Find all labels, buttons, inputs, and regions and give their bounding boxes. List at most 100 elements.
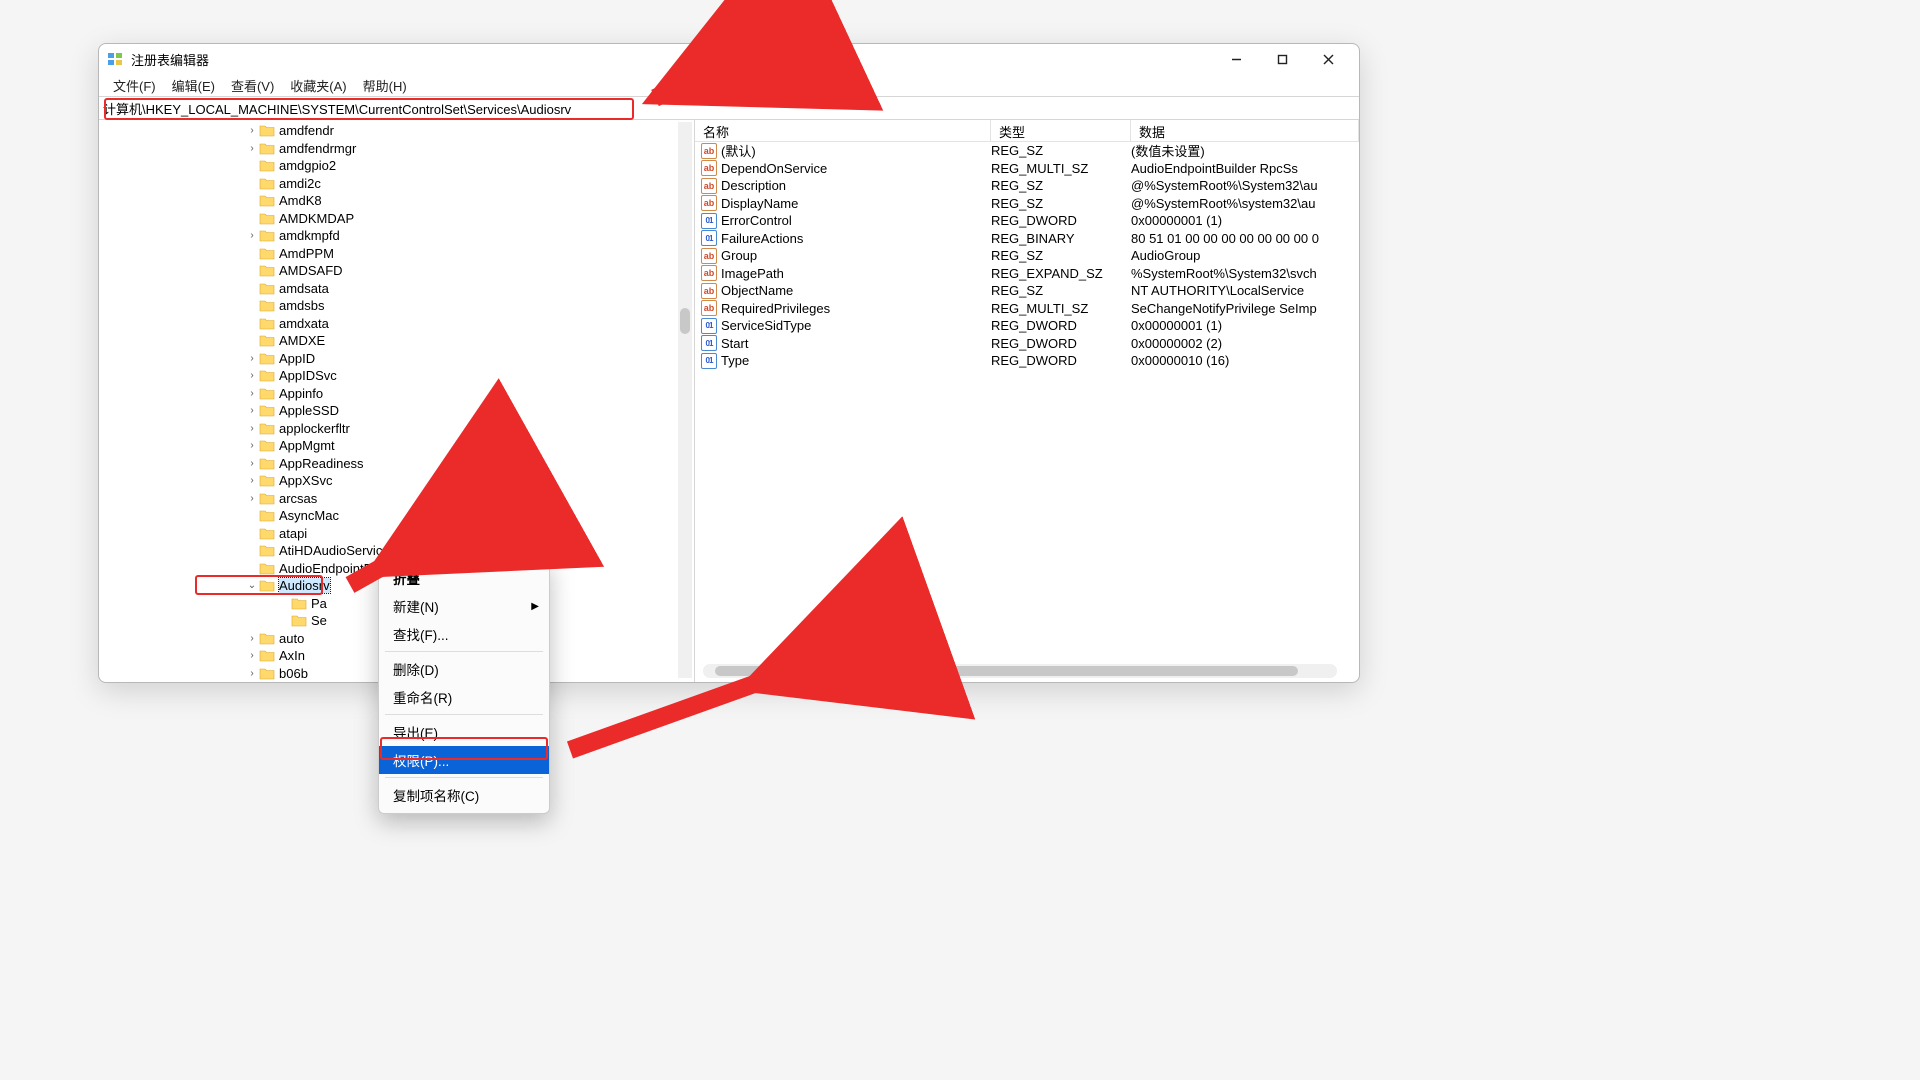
tree-item[interactable]: AsyncMac: [99, 507, 694, 525]
value-row[interactable]: StartREG_DWORD0x00000002 (2): [695, 335, 1359, 353]
submenu-arrow-icon: ▶: [531, 601, 539, 612]
tree-item[interactable]: ›applockerfltr: [99, 420, 694, 438]
tree-item-label: b06b: [279, 666, 308, 681]
tree-item-label: AppID: [279, 351, 315, 366]
tree-item[interactable]: amdsata: [99, 280, 694, 298]
address-text: 计算机\HKEY_LOCAL_MACHINE\SYSTEM\CurrentCon…: [103, 99, 571, 118]
menu-help[interactable]: 帮助(H): [355, 74, 415, 96]
ctx-permissions[interactable]: 权限(P)...: [379, 746, 549, 774]
folder-icon: [259, 544, 275, 557]
tree-item[interactable]: amdxata: [99, 315, 694, 333]
tree-item[interactable]: ›AppIDSvc: [99, 367, 694, 385]
value-row[interactable]: DependOnServiceREG_MULTI_SZAudioEndpoint…: [695, 160, 1359, 178]
string-value-icon: [701, 160, 717, 176]
minimize-button[interactable]: [1213, 44, 1259, 74]
tree-item[interactable]: ›AppMgmt: [99, 437, 694, 455]
tree-item[interactable]: atapi: [99, 525, 694, 543]
tree-item[interactable]: AMDSAFD: [99, 262, 694, 280]
folder-icon: [259, 212, 275, 225]
tree-item-label: AsyncMac: [279, 508, 339, 523]
value-row[interactable]: DescriptionREG_SZ@%SystemRoot%\System32\…: [695, 177, 1359, 195]
values-hscrollbar[interactable]: [703, 664, 1337, 678]
tree-item-label: AxIn: [279, 648, 305, 663]
value-name: DisplayName: [721, 196, 991, 211]
address-bar[interactable]: 计算机\HKEY_LOCAL_MACHINE\SYSTEM\CurrentCon…: [99, 96, 1359, 120]
tree-item[interactable]: AmdPPM: [99, 245, 694, 263]
ctx-find[interactable]: 查找(F)...: [379, 620, 549, 648]
folder-icon: [259, 422, 275, 435]
tree-item[interactable]: AMDXE: [99, 332, 694, 350]
values-header[interactable]: 名称 类型 数据: [695, 120, 1359, 142]
tree-item-label: AMDKMDAP: [279, 211, 354, 226]
tree-item[interactable]: ›amdfendr: [99, 122, 694, 140]
folder-icon: [259, 492, 275, 505]
value-data: 0x00000001 (1): [1131, 213, 1359, 228]
ctx-collapse[interactable]: 折叠: [379, 564, 549, 592]
value-row[interactable]: ImagePathREG_EXPAND_SZ%SystemRoot%\Syste…: [695, 265, 1359, 283]
value-name: ObjectName: [721, 283, 991, 298]
values-hscrollbar-thumb[interactable]: [715, 666, 1298, 676]
tree-item[interactable]: AmdK8: [99, 192, 694, 210]
tree-item[interactable]: ›amdkmpfd: [99, 227, 694, 245]
values-pane[interactable]: 名称 类型 数据 (默认)REG_SZ(数值未设置)DependOnServic…: [695, 120, 1359, 682]
tree-item-label: AppIDSvc: [279, 368, 337, 383]
close-button[interactable]: [1305, 44, 1351, 74]
tree-item[interactable]: AtiHDAudioService: [99, 542, 694, 560]
folder-icon: [259, 194, 275, 207]
value-row[interactable]: FailureActionsREG_BINARY80 51 01 00 00 0…: [695, 230, 1359, 248]
ctx-rename[interactable]: 重命名(R): [379, 683, 549, 711]
menu-file[interactable]: 文件(F): [105, 74, 164, 96]
value-row[interactable]: RequiredPrivilegesREG_MULTI_SZSeChangeNo…: [695, 300, 1359, 318]
chevron-right-icon: ›: [250, 405, 253, 416]
tree-item[interactable]: AMDKMDAP: [99, 210, 694, 228]
tree-item-label: AtiHDAudioService: [279, 543, 390, 558]
value-type: REG_SZ: [991, 143, 1131, 158]
col-data[interactable]: 数据: [1131, 120, 1359, 141]
tree-item[interactable]: ›Appinfo: [99, 385, 694, 403]
value-type: REG_MULTI_SZ: [991, 301, 1131, 316]
ctx-new[interactable]: 新建(N)▶: [379, 592, 549, 620]
value-row[interactable]: ObjectNameREG_SZNT AUTHORITY\LocalServic…: [695, 282, 1359, 300]
maximize-button[interactable]: [1259, 44, 1305, 74]
tree-item[interactable]: ›AppleSSD: [99, 402, 694, 420]
value-name: Description: [721, 178, 991, 193]
tree-item-label: atapi: [279, 526, 307, 541]
ctx-copy-key-name[interactable]: 复制项名称(C): [379, 781, 549, 809]
col-type[interactable]: 类型: [991, 120, 1131, 141]
tree-item[interactable]: ›arcsas: [99, 490, 694, 508]
chevron-right-icon: ›: [250, 440, 253, 451]
value-data: 80 51 01 00 00 00 00 00 00 00 0: [1131, 231, 1359, 246]
value-row[interactable]: GroupREG_SZAudioGroup: [695, 247, 1359, 265]
menu-edit[interactable]: 编辑(E): [164, 74, 223, 96]
binary-value-icon: [701, 230, 717, 246]
folder-icon: [259, 649, 275, 662]
tree-item-label: amdsata: [279, 281, 329, 296]
ctx-export[interactable]: 导出(E): [379, 718, 549, 746]
tree-item-label: Pa: [311, 596, 327, 611]
tree-scrollbar[interactable]: [678, 122, 692, 678]
chevron-right-icon: ›: [250, 143, 253, 154]
value-row[interactable]: ErrorControlREG_DWORD0x00000001 (1): [695, 212, 1359, 230]
tree-scrollbar-thumb[interactable]: [680, 308, 690, 334]
tree-item[interactable]: amdi2c: [99, 175, 694, 193]
tree-item[interactable]: amdgpio2: [99, 157, 694, 175]
tree-item[interactable]: ›AppID: [99, 350, 694, 368]
ctx-delete[interactable]: 删除(D): [379, 655, 549, 683]
tree-item[interactable]: amdsbs: [99, 297, 694, 315]
value-row[interactable]: (默认)REG_SZ(数值未设置): [695, 142, 1359, 160]
tree-item[interactable]: ›AppXSvc: [99, 472, 694, 490]
tree-item-label: amdi2c: [279, 176, 321, 191]
value-data: NT AUTHORITY\LocalService: [1131, 283, 1359, 298]
folder-icon: [259, 317, 275, 330]
menu-favorites[interactable]: 收藏夹(A): [282, 74, 354, 96]
col-name[interactable]: 名称: [695, 120, 991, 141]
value-row[interactable]: TypeREG_DWORD0x00000010 (16): [695, 352, 1359, 370]
tree-item[interactable]: ›AppReadiness: [99, 455, 694, 473]
string-value-icon: [701, 283, 717, 299]
string-value-icon: [701, 248, 717, 264]
value-row[interactable]: DisplayNameREG_SZ@%SystemRoot%\system32\…: [695, 195, 1359, 213]
tree-item[interactable]: ›amdfendrmgr: [99, 140, 694, 158]
value-row[interactable]: ServiceSidTypeREG_DWORD0x00000001 (1): [695, 317, 1359, 335]
menu-view[interactable]: 查看(V): [223, 74, 282, 96]
ctx-separator: [385, 777, 543, 778]
